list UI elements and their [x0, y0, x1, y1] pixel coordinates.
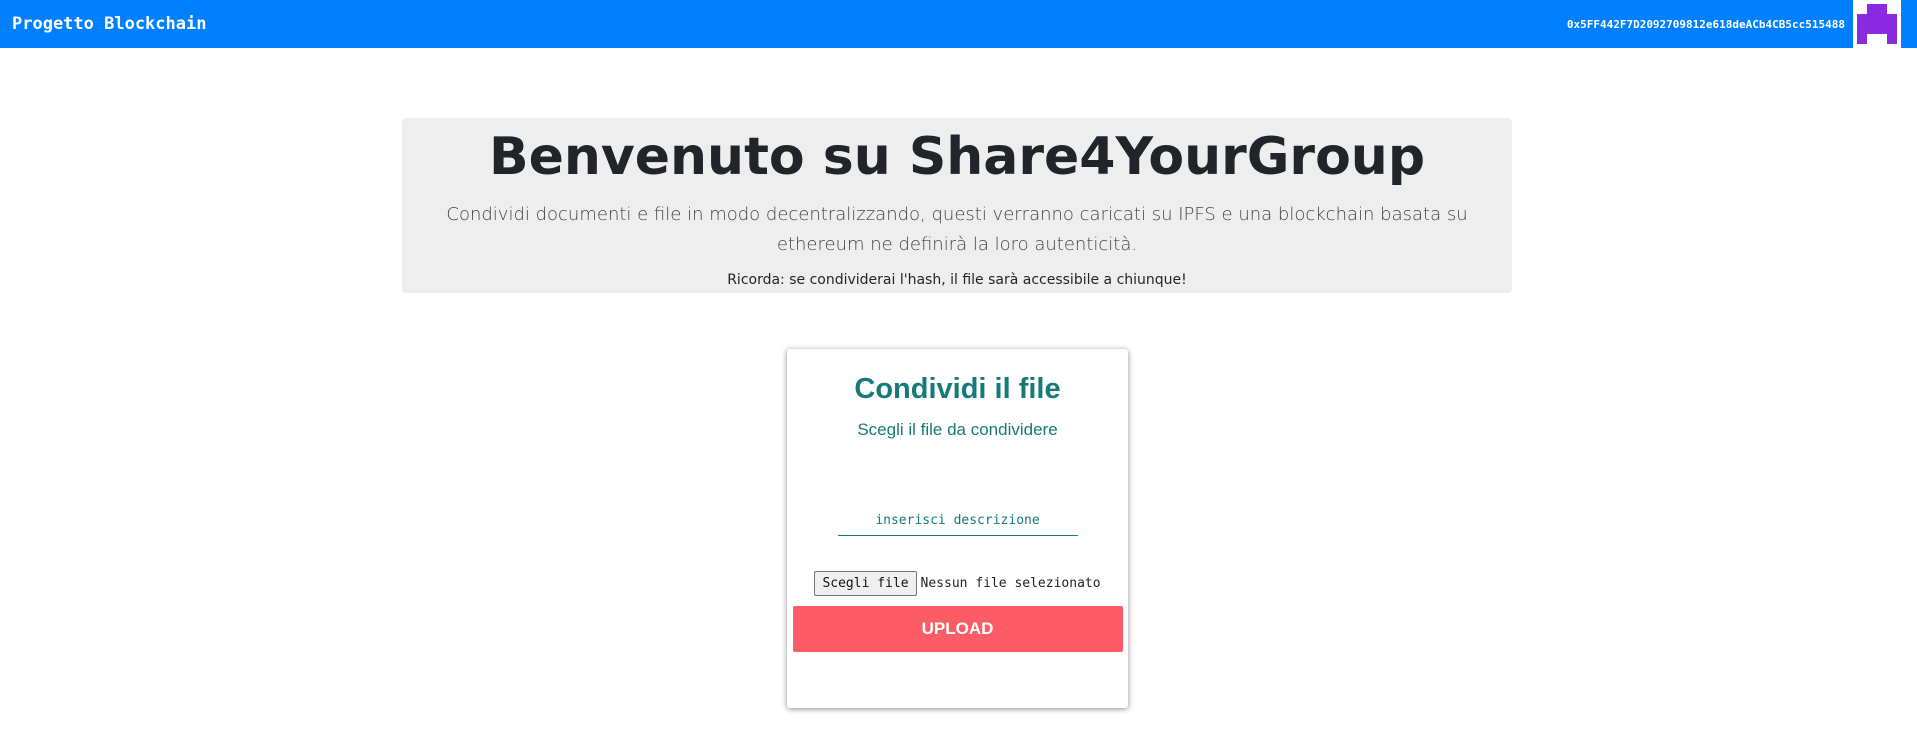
file-picker: Scegli file Nessun file selezionato: [787, 568, 1128, 598]
upload-button[interactable]: UPLOAD: [792, 606, 1123, 652]
share-card-subtitle: Scegli il file da condividere: [857, 420, 1058, 439]
avatar-pixel: [1867, 4, 1887, 14]
welcome-jumbotron: Benvenuto su Share4YourGroup Condividi d…: [402, 118, 1512, 293]
share-card-title: Condividi il file: [854, 373, 1061, 405]
avatar-pixel: [1857, 24, 1897, 34]
avatar-pixel: [1857, 14, 1897, 24]
hash-warning-note: Ricorda: se condividerai l'hash, il file…: [727, 272, 1187, 288]
file-status-text: Nessun file selezionato: [920, 575, 1101, 591]
description-input[interactable]: [837, 506, 1078, 536]
avatar-pixel: [1887, 34, 1897, 44]
avatar-pixel: [1857, 34, 1867, 44]
account-address: 0x5FF442F7D2092709812e618deACb4CB5cc5154…: [1566, 17, 1845, 31]
top-navbar: Progetto Blockchain 0x5FF442F7D209270981…: [0, 0, 1917, 48]
navbar-account-area: 0x5FF442F7D2092709812e618deACb4CB5cc5154…: [1567, 0, 1917, 48]
brand-link[interactable]: Progetto Blockchain: [12, 14, 206, 34]
identicon-avatar: [1853, 0, 1901, 48]
intro-lead-text: Condividi documenti e file in modo decen…: [446, 204, 1468, 255]
share-file-card: Condividi il file Scegli il file da cond…: [787, 349, 1128, 708]
page-title: Benvenuto su Share4YourGroup: [488, 127, 1426, 187]
choose-file-button[interactable]: Scegli file: [814, 570, 917, 596]
